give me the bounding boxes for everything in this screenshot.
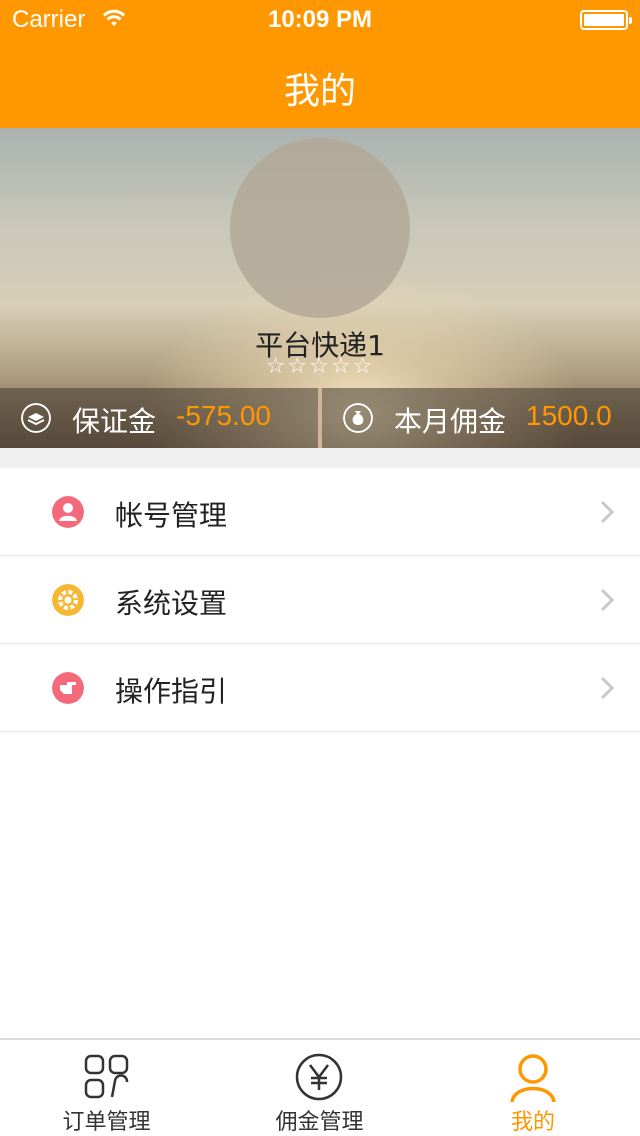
status-bar: Carrier 10:09 PM xyxy=(0,0,640,40)
orders-grid-icon xyxy=(84,1054,129,1099)
settings-icon xyxy=(52,584,84,616)
deposit-stat[interactable]: 保证金 -575.00 xyxy=(0,388,318,448)
yen-icon xyxy=(295,1053,343,1101)
tab-label: 我的 xyxy=(510,1110,555,1135)
status-time: 10:09 PM xyxy=(267,6,373,33)
profile-icon xyxy=(510,1054,556,1102)
deposit-label: 保证金 xyxy=(72,405,157,438)
chevron-right-icon xyxy=(600,676,615,700)
page-title: 我的 xyxy=(283,71,356,112)
section-spacer xyxy=(0,448,640,468)
tab-commission[interactable]: 佣金管理 xyxy=(213,1040,426,1136)
menu-item-label: 系统设置 xyxy=(115,587,228,620)
chevron-right-icon xyxy=(600,588,615,612)
tab-profile[interactable]: 我的 xyxy=(426,1040,640,1136)
menu-item-label: 帐号管理 xyxy=(115,499,228,532)
menu-item-label: 操作指引 xyxy=(115,675,228,708)
top-bar: Carrier 10:09 PM 我的 xyxy=(0,0,640,128)
profile-header: 平台快递1 ☆☆☆☆☆ 保证金 -575.00 本月佣金 1500.0 xyxy=(0,128,640,448)
account-icon xyxy=(52,496,84,528)
menu-item-guide[interactable]: 操作指引 xyxy=(0,644,640,732)
menu-item-settings[interactable]: 系统设置 xyxy=(0,556,640,644)
money-bag-icon xyxy=(343,403,373,433)
chevron-right-icon xyxy=(600,500,615,524)
rating-stars: ☆☆☆☆☆ xyxy=(265,354,375,379)
commission-label: 本月佣金 xyxy=(394,405,507,438)
settings-menu: 帐号管理 系统设置 操作指引 xyxy=(0,468,640,732)
avatar[interactable] xyxy=(230,138,410,318)
commission-stat[interactable]: 本月佣金 1500.0 xyxy=(322,388,640,448)
guide-icon xyxy=(52,672,84,704)
battery-icon xyxy=(580,10,632,30)
tab-orders[interactable]: 订单管理 xyxy=(0,1040,213,1136)
commission-value: 1500.0 xyxy=(526,400,612,431)
stats-bar: 保证金 -575.00 本月佣金 1500.0 xyxy=(0,388,640,448)
layers-icon xyxy=(21,403,51,433)
menu-item-account[interactable]: 帐号管理 xyxy=(0,468,640,556)
deposit-value: -575.00 xyxy=(176,400,271,431)
tab-label: 订单管理 xyxy=(62,1110,151,1135)
tab-bar: 订单管理 佣金管理 我的 xyxy=(0,1038,640,1136)
tab-label: 佣金管理 xyxy=(275,1110,364,1135)
